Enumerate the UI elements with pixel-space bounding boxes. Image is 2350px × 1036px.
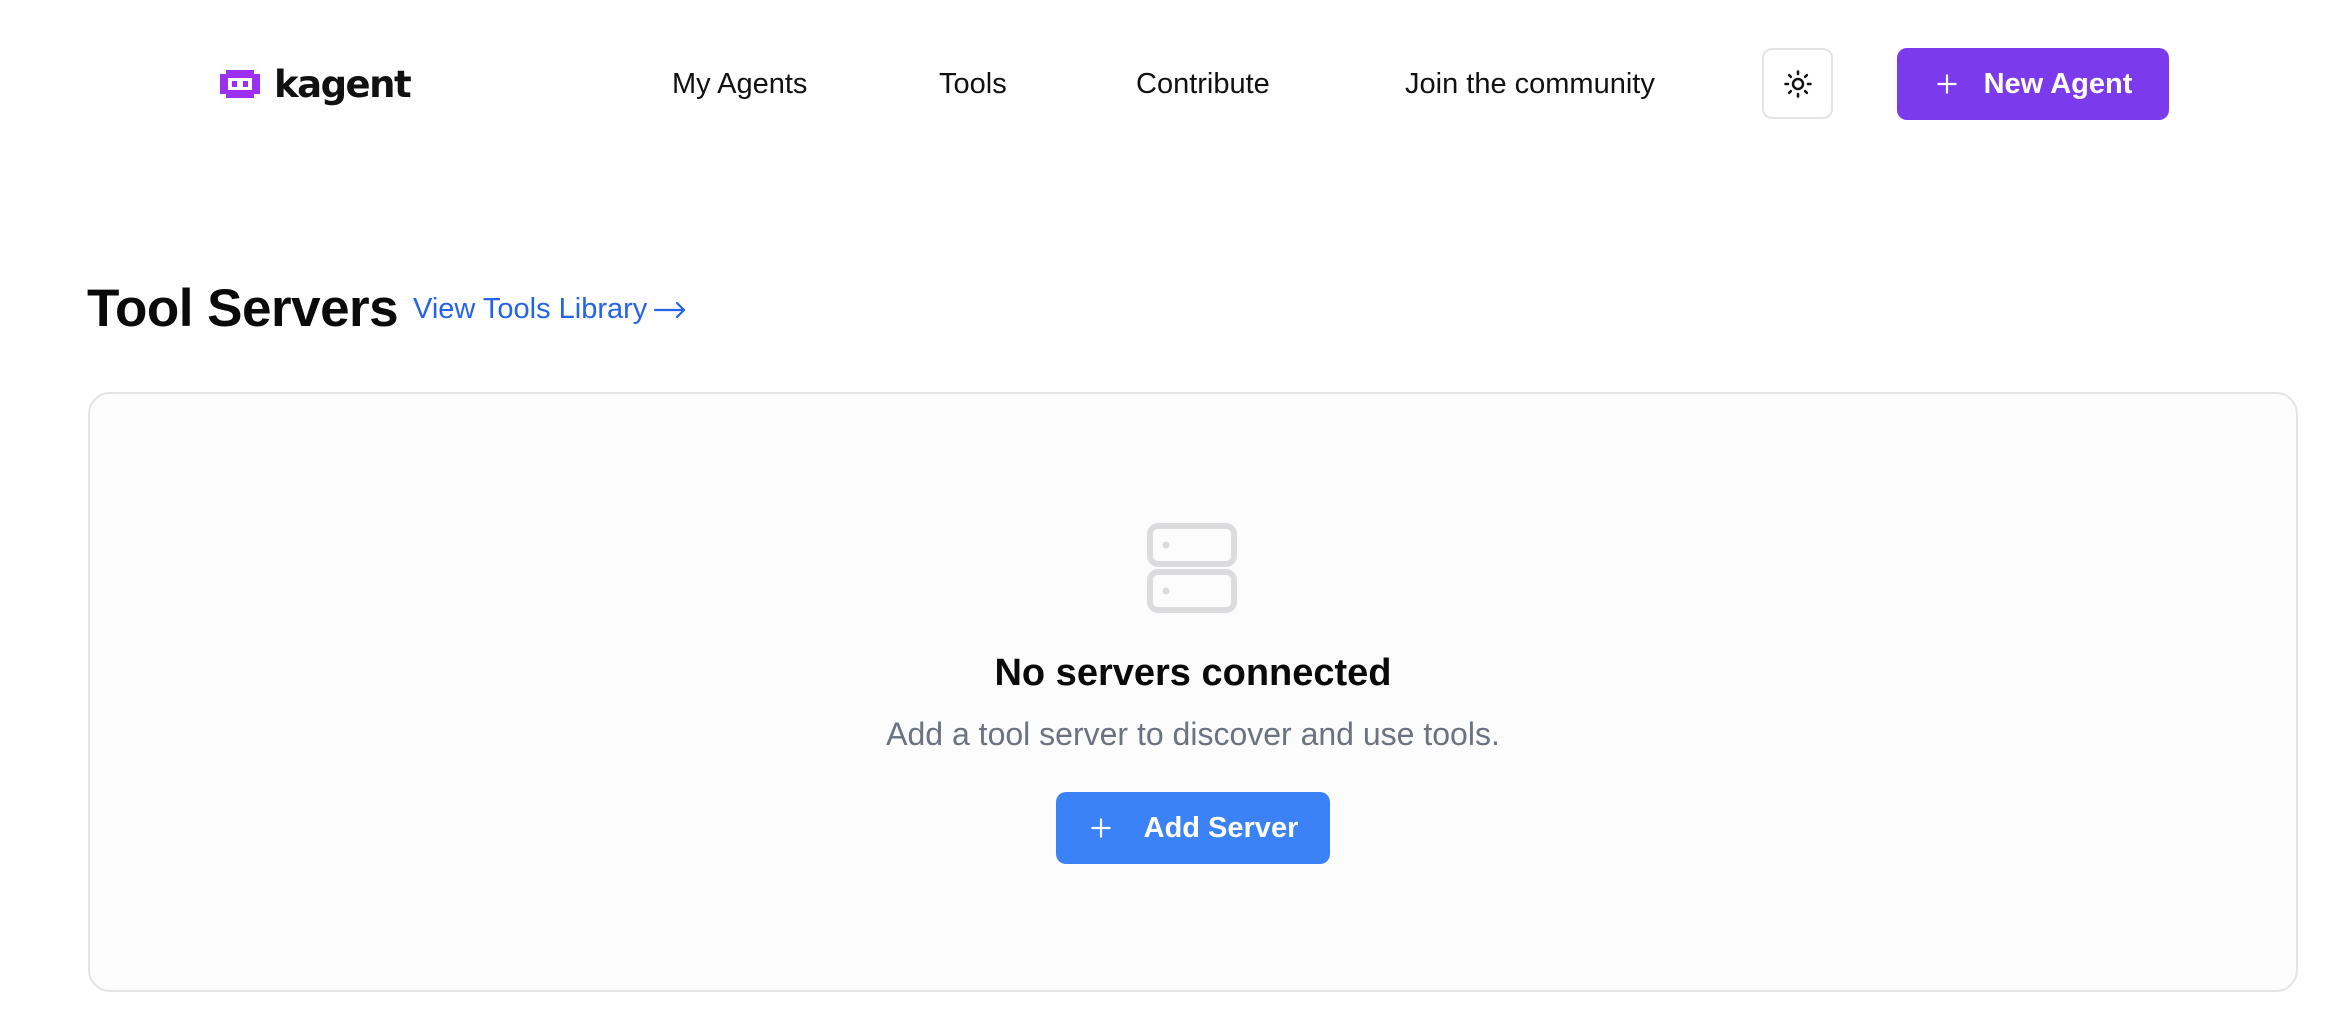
nav-tools[interactable]: Tools (939, 62, 1007, 106)
new-agent-button[interactable]: New Agent (1897, 48, 2169, 120)
logo-wordmark: kagent (274, 62, 412, 106)
new-agent-label: New Agent (1983, 67, 2133, 100)
theme-toggle-button[interactable] (1762, 48, 1833, 119)
empty-state-description: Add a tool server to discover and use to… (886, 716, 1500, 752)
arrow-right-icon (654, 301, 686, 318)
page-title: Tool Servers (87, 279, 399, 338)
page: kagent My Agents Tools Contribute Join t… (0, 0, 2350, 1036)
view-tools-library-link[interactable]: View Tools Library (413, 293, 687, 326)
nav-my-agents[interactable]: My Agents (672, 62, 807, 106)
plus-icon (1934, 71, 1960, 97)
add-server-button[interactable]: Add Server (1056, 792, 1330, 864)
empty-state-title: No servers connected (994, 652, 1392, 694)
view-tools-library-label: View Tools Library (413, 293, 648, 325)
nav-join-community[interactable]: Join the community (1405, 62, 1655, 106)
kagent-logo-icon (220, 70, 260, 98)
kagent-logo[interactable]: kagent (216, 58, 412, 110)
top-navbar: kagent My Agents Tools Contribute Join t… (0, 0, 2350, 168)
nav-contribute[interactable]: Contribute (1136, 62, 1270, 106)
sun-icon (1783, 69, 1812, 98)
plus-icon (1088, 815, 1114, 841)
add-server-label: Add Server (1143, 811, 1299, 844)
server-icon (1147, 523, 1237, 613)
